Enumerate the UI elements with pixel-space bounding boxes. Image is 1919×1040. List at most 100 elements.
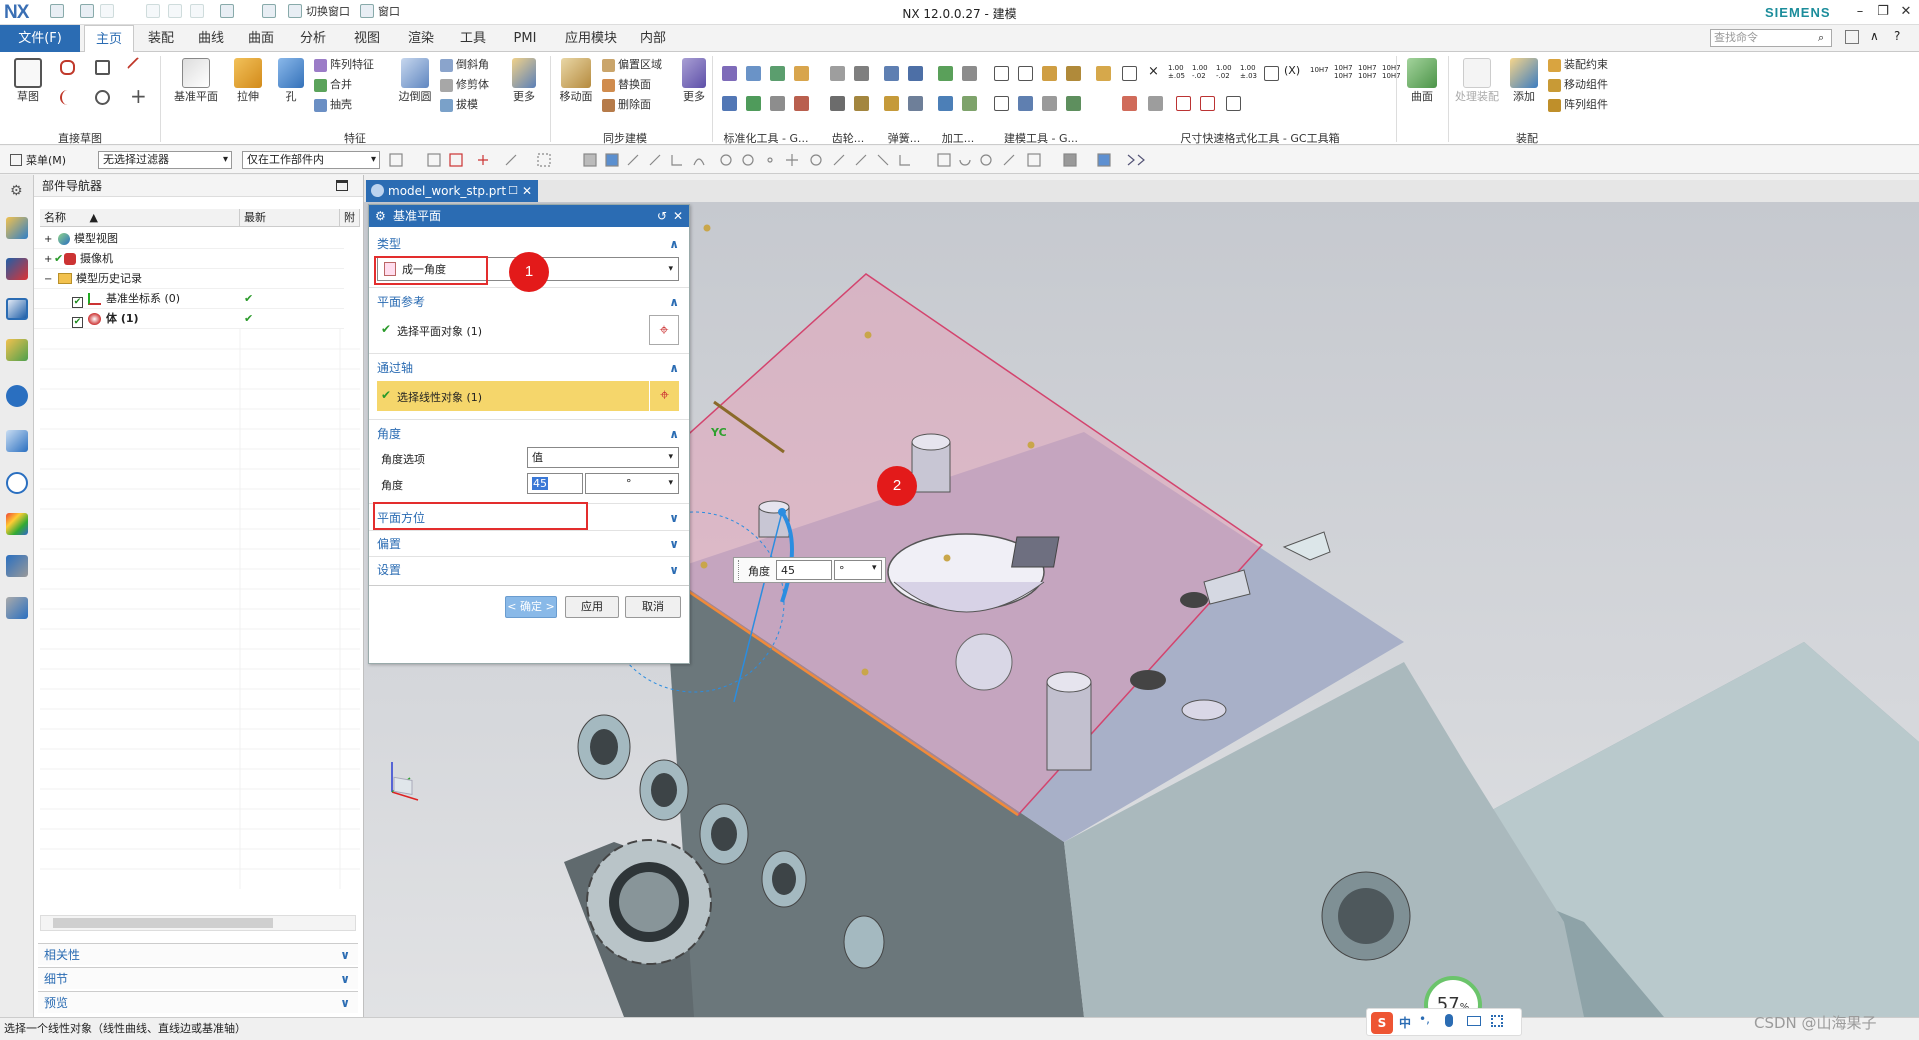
dim-tool-icon[interactable] bbox=[1176, 96, 1191, 111]
delete-face-button[interactable]: 删除面 bbox=[602, 96, 651, 114]
modeling-tool-icon[interactable] bbox=[1066, 66, 1081, 81]
section-through-axis[interactable]: 通过轴 ∧ bbox=[369, 357, 689, 379]
accordion-preview[interactable]: 预览 bbox=[38, 991, 358, 1014]
select-crosshair-icon[interactable]: ⌖ bbox=[649, 381, 679, 411]
modeling-tool-icon[interactable] bbox=[1018, 66, 1033, 81]
dim-tool-icon[interactable] bbox=[1122, 66, 1137, 81]
column-header-latest[interactable]: 最新 bbox=[240, 209, 340, 227]
tab-surface[interactable]: 曲面 bbox=[240, 25, 282, 52]
checkmark-icon[interactable]: ✔ bbox=[54, 249, 63, 269]
tolerance-button[interactable]: 1.00 -.02 bbox=[1216, 64, 1232, 80]
scrollbar-thumb[interactable] bbox=[53, 918, 273, 928]
close-button[interactable]: ✕ bbox=[1896, 3, 1916, 21]
search-icon[interactable]: ⌕ bbox=[1818, 31, 1824, 45]
datum-plane-button[interactable]: 基准平面 bbox=[170, 58, 222, 104]
type-filter-dropdown[interactable]: 无选择过滤器 bbox=[98, 151, 232, 169]
modeling-tool-icon[interactable] bbox=[1042, 96, 1057, 111]
gear-tool-icon[interactable] bbox=[830, 96, 845, 111]
spring-tool-icon[interactable] bbox=[884, 66, 899, 81]
sketch-button[interactable]: 草图 bbox=[8, 58, 48, 104]
through-axis-selector[interactable]: ✔ 选择线性对象 (1) ⌖ bbox=[377, 381, 679, 411]
modeling-tool-icon[interactable] bbox=[1042, 66, 1057, 81]
replace-face-button[interactable]: 替换面 bbox=[602, 76, 651, 94]
microphone-icon[interactable] bbox=[1445, 1014, 1453, 1027]
tab-assembly[interactable]: 装配 bbox=[140, 25, 182, 52]
machining-tool-icon[interactable] bbox=[938, 66, 953, 81]
dim-tool-icon[interactable] bbox=[1122, 96, 1137, 111]
accordion-dependencies[interactable]: 相关性 bbox=[38, 943, 358, 966]
move-component-button[interactable]: 移动组件 bbox=[1548, 76, 1608, 94]
part-navigator-icon[interactable] bbox=[6, 217, 28, 239]
surface-button[interactable]: 曲面 bbox=[1400, 58, 1444, 104]
angle-unit-dropdown[interactable]: ° ▾ bbox=[585, 473, 679, 494]
apply-button[interactable]: 应用 bbox=[565, 596, 619, 618]
roles-icon[interactable] bbox=[6, 597, 28, 619]
pattern-component-button[interactable]: 阵列组件 bbox=[1548, 96, 1608, 114]
web-browser-icon[interactable] bbox=[6, 430, 28, 452]
tolerance-button[interactable]: 1.00 ±.05 bbox=[1168, 64, 1185, 80]
ribbon-options-icon[interactable] bbox=[1845, 30, 1859, 44]
tab-tools[interactable]: 工具 bbox=[452, 25, 494, 52]
constraint-navigator-icon[interactable] bbox=[6, 298, 28, 320]
gear-tool-icon[interactable] bbox=[854, 66, 869, 81]
angle-option-dropdown[interactable]: 值 ▾ bbox=[527, 447, 679, 468]
tab-pmi[interactable]: PMI bbox=[504, 25, 546, 52]
settings-gear-icon[interactable]: ⚙ bbox=[10, 183, 23, 199]
menu-button[interactable]: 菜单(M) bbox=[26, 152, 66, 168]
dialog-close-icon[interactable]: ✕ bbox=[673, 205, 683, 227]
accordion-details[interactable]: 细节 bbox=[38, 967, 358, 990]
visibility-checkbox[interactable]: ✔ bbox=[72, 296, 83, 308]
dialog-header[interactable]: ⚙ 基准平面 ↺ ✕ bbox=[369, 205, 689, 227]
minimize-button[interactable]: – bbox=[1850, 3, 1870, 21]
add-component-button[interactable]: 添加 bbox=[1506, 58, 1542, 104]
tab-view[interactable]: 视图 bbox=[346, 25, 388, 52]
plane-reference-selector[interactable]: ✔ 选择平面对象 (1) ⌖ bbox=[377, 315, 679, 345]
point-icon[interactable]: + bbox=[130, 84, 147, 108]
snap-point-toolbar[interactable] bbox=[388, 151, 1268, 169]
reset-icon[interactable]: ↺ bbox=[657, 205, 667, 227]
hole-button[interactable]: 孔 bbox=[276, 58, 306, 104]
tab-home[interactable]: 主页 bbox=[84, 25, 134, 52]
modeling-tool-icon[interactable] bbox=[1066, 96, 1081, 111]
tab-close-icon[interactable]: ✕ bbox=[522, 180, 532, 202]
rectangle-icon[interactable] bbox=[95, 60, 110, 75]
spring-tool-icon[interactable] bbox=[908, 66, 923, 81]
offset-region-button[interactable]: 偏置区域 bbox=[602, 56, 662, 74]
more-sync-button[interactable]: 更多 bbox=[676, 58, 712, 104]
modeling-tool-icon[interactable] bbox=[994, 96, 1009, 111]
section-offset[interactable]: 偏置 ∨ bbox=[369, 533, 689, 555]
std-tool-icon[interactable] bbox=[770, 66, 785, 81]
modeling-tool-icon[interactable] bbox=[994, 66, 1009, 81]
fit-button[interactable]: 10H7 bbox=[1310, 66, 1329, 74]
std-tool-icon[interactable] bbox=[746, 96, 761, 111]
move-face-button[interactable]: 移动面 bbox=[556, 58, 596, 104]
file-menu[interactable]: 文件(F) bbox=[0, 25, 80, 52]
reuse-library-icon[interactable] bbox=[6, 339, 28, 361]
tab-internal[interactable]: 内部 bbox=[632, 25, 674, 52]
circle-icon[interactable] bbox=[95, 90, 110, 105]
more-features-button[interactable]: 更多 bbox=[506, 58, 542, 104]
ime-menu-icon[interactable] bbox=[1491, 1015, 1503, 1027]
gear-tool-icon[interactable] bbox=[830, 66, 845, 81]
machining-tool-icon[interactable] bbox=[938, 96, 953, 111]
info-icon[interactable] bbox=[6, 385, 28, 407]
history-clock-icon[interactable] bbox=[6, 472, 28, 494]
tree-row[interactable]: − 模型历史记录 bbox=[34, 269, 344, 289]
machining-tool-icon[interactable] bbox=[962, 66, 977, 81]
color-palette-icon[interactable] bbox=[6, 513, 28, 535]
tree-row[interactable]: ✔ 体 (1) ✔ bbox=[34, 309, 344, 329]
dim-tool-icon[interactable] bbox=[1226, 96, 1241, 111]
draft-button[interactable]: 拔模 bbox=[440, 96, 478, 114]
horizontal-scrollbar[interactable] bbox=[40, 915, 356, 931]
column-header-attach[interactable]: 附 bbox=[340, 209, 360, 227]
extrude-button[interactable]: 拉伸 bbox=[230, 58, 266, 104]
document-tab[interactable]: model_work_stp.prt ☐ ✕ bbox=[366, 180, 538, 202]
assembly-constraint-button[interactable]: 装配约束 bbox=[1548, 56, 1608, 74]
onscreen-angle-value[interactable]: 45 bbox=[776, 560, 832, 580]
tree-row[interactable]: + ✔ 摄像机 bbox=[34, 249, 344, 269]
gear-tool-icon[interactable] bbox=[854, 96, 869, 111]
std-tool-icon[interactable] bbox=[722, 96, 737, 111]
tab-curve[interactable]: 曲线 bbox=[190, 25, 232, 52]
std-tool-icon[interactable] bbox=[770, 96, 785, 111]
restore-button[interactable]: ❐ bbox=[1873, 3, 1893, 21]
